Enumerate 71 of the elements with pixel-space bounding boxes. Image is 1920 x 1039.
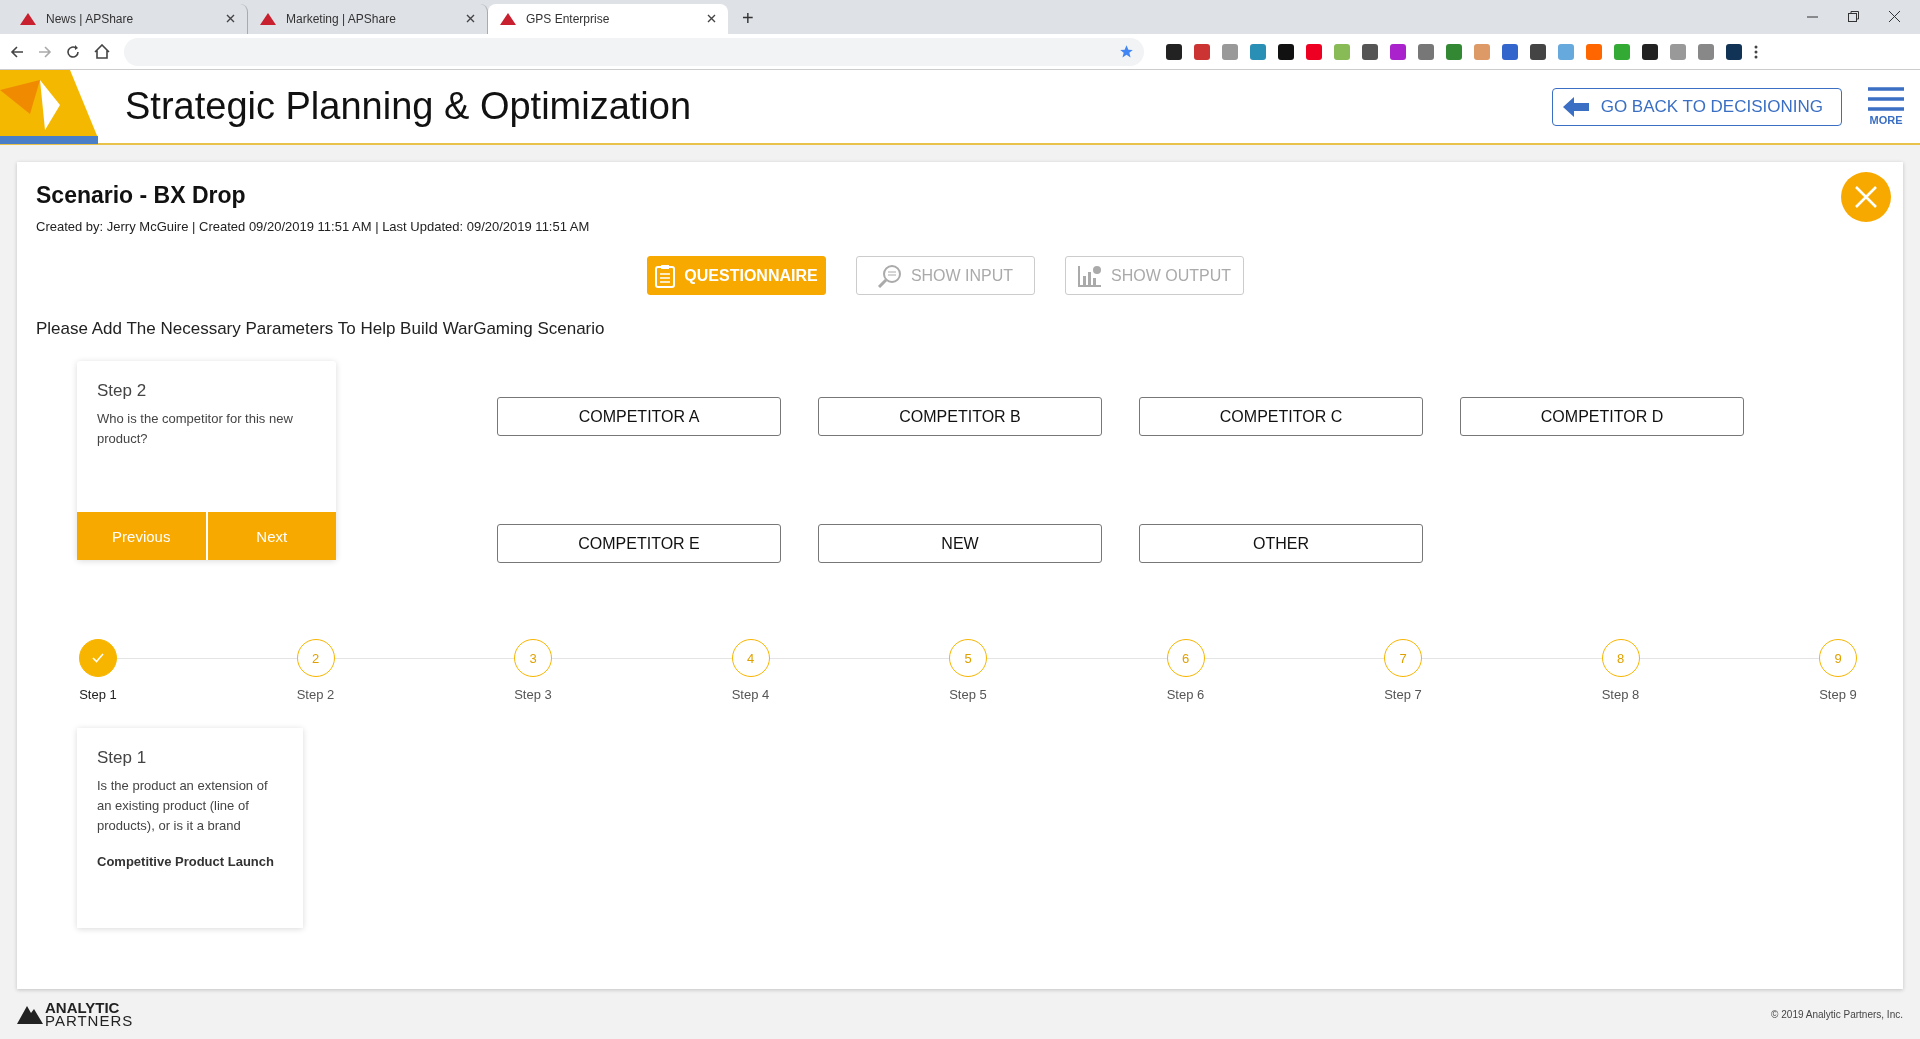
copyright-text: © 2019 Analytic Partners, Inc. bbox=[1771, 1008, 1903, 1020]
step-number: 5 bbox=[964, 650, 972, 666]
new-tab-button[interactable]: + bbox=[728, 6, 768, 34]
step-label: Step 8 bbox=[1601, 687, 1640, 703]
question-text: Who is the competitor for this new product? bbox=[97, 410, 294, 449]
app-title: Strategic Planning & Optimization bbox=[125, 85, 692, 129]
option-button[interactable]: OTHER bbox=[1139, 524, 1423, 564]
step-label: Step 6 bbox=[1166, 687, 1205, 703]
home-icon[interactable] bbox=[94, 44, 110, 60]
step-label: Step 7 bbox=[1384, 687, 1422, 703]
logo-text: ANALYTIC bbox=[45, 1001, 120, 1015]
scenario-title: Scenario - BX Drop bbox=[36, 182, 246, 210]
tab-title: GPS Enterprise bbox=[526, 11, 611, 26]
step-number: 2 bbox=[311, 650, 320, 666]
step-label: Step 5 bbox=[949, 687, 987, 703]
triangle-logo-icon bbox=[20, 12, 36, 25]
option-button[interactable]: COMPETITOR A bbox=[497, 397, 781, 437]
menu-dots-icon[interactable] bbox=[1754, 44, 1758, 59]
close-icon bbox=[1855, 186, 1877, 209]
close-icon[interactable] bbox=[707, 14, 716, 24]
answer-text: Competitive Product Launch bbox=[97, 853, 275, 872]
close-icon[interactable] bbox=[1889, 11, 1900, 23]
step-label: Step 4 bbox=[731, 687, 770, 703]
step-number: 4 bbox=[746, 650, 755, 666]
option-button[interactable]: COMPETITOR C bbox=[1139, 397, 1423, 437]
triangle-logo-icon bbox=[260, 12, 276, 25]
tab-title: Marketing | APShare bbox=[286, 11, 397, 26]
step-number: 3 bbox=[529, 650, 537, 666]
star-icon[interactable] bbox=[1119, 44, 1134, 60]
option-button[interactable]: COMPETITOR B bbox=[818, 397, 1102, 437]
extension-icon[interactable] bbox=[1642, 43, 1658, 60]
scenario-meta: Created by: Jerry McGuire | Created 09/20/2019 11:51 AM | Last Updated: 09/20/2019 11:51 AM bbox=[36, 219, 591, 235]
step-label: Step 3 bbox=[514, 687, 552, 703]
bar-chart-icon bbox=[1077, 263, 1103, 288]
back-arrow-icon[interactable] bbox=[10, 44, 24, 59]
restore-icon[interactable] bbox=[1848, 11, 1859, 23]
step-label: Step 2 bbox=[296, 687, 335, 703]
extension-icon[interactable] bbox=[1166, 43, 1182, 60]
extension-icon[interactable] bbox=[1726, 43, 1742, 60]
browser-tab[interactable]: News | APShare bbox=[8, 3, 248, 34]
clipboard-icon bbox=[654, 263, 677, 288]
option-button[interactable]: COMPETITOR E bbox=[497, 524, 781, 564]
close-icon[interactable] bbox=[466, 14, 475, 24]
check-icon bbox=[92, 653, 104, 664]
extension-icon[interactable] bbox=[1362, 43, 1378, 60]
mountain-logo-icon bbox=[17, 1004, 43, 1025]
tab-title: News | APShare bbox=[46, 11, 135, 26]
logo-text: PARTNERS bbox=[45, 1014, 134, 1028]
more-menu-button[interactable]: MORE bbox=[1868, 87, 1904, 127]
step-label: Step 9 bbox=[1819, 687, 1857, 703]
question-text: Is the product an extension of an existing product (line of products), or is it a brand bbox=[97, 777, 269, 836]
triangle-logo-icon bbox=[500, 12, 516, 25]
step-number: 8 bbox=[1616, 650, 1625, 666]
close-icon[interactable] bbox=[226, 14, 235, 24]
step-number: 7 bbox=[1399, 650, 1407, 666]
reload-icon[interactable] bbox=[66, 44, 80, 59]
step-label: Step 1 bbox=[79, 687, 117, 703]
step-title: Step 2 bbox=[97, 381, 148, 402]
extension-icon[interactable] bbox=[1530, 43, 1546, 60]
magnifier-icon bbox=[876, 263, 903, 288]
instruction-text: Please Add The Necessary Parameters To Help Build WarGaming Scenario bbox=[36, 319, 606, 340]
menu-icon bbox=[1868, 87, 1904, 112]
option-button[interactable]: NEW bbox=[818, 524, 1102, 564]
step-number: 9 bbox=[1834, 650, 1842, 666]
extension-icon[interactable] bbox=[1278, 43, 1294, 60]
step-number: 6 bbox=[1181, 650, 1190, 666]
back-to-decisioning-button[interactable]: GO BACK TO DECISIONING bbox=[1551, 87, 1842, 126]
step-title: Step 1 bbox=[97, 748, 148, 769]
browser-tab[interactable]: GPS Enterprise bbox=[488, 3, 728, 34]
option-button[interactable]: COMPETITOR D bbox=[1460, 397, 1744, 437]
left-arrow-icon bbox=[1562, 96, 1589, 117]
